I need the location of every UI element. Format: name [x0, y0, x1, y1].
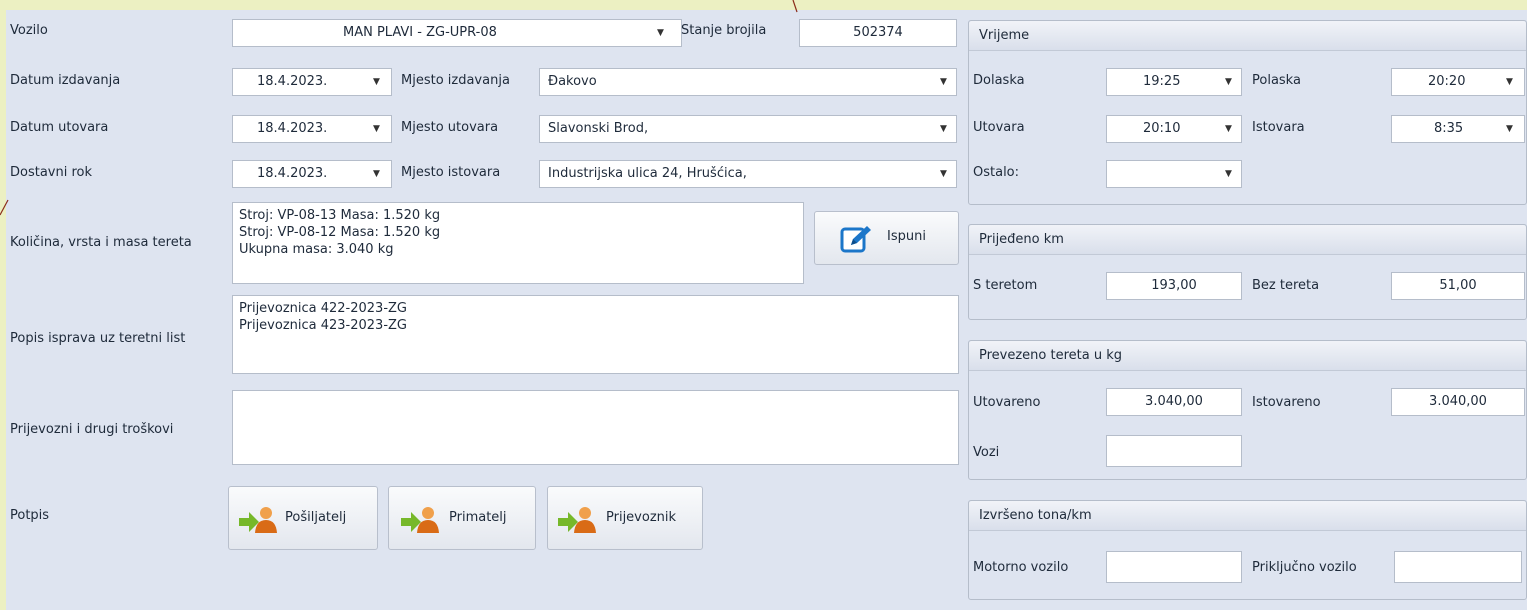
polaska-time[interactable]: 20:20 ▼ [1391, 68, 1525, 96]
datum-izdavanja-value: 18.4.2023. [257, 74, 328, 89]
datum-utovara-label: Datum utovara [10, 120, 109, 135]
utovareno-input[interactable]: 3.040,00 [1106, 388, 1242, 416]
posiljatelj-button[interactable]: Pošiljatelj [228, 486, 378, 550]
mjesto-istovara-label: Mjesto istovara [401, 165, 501, 180]
potpis-label: Potpis [10, 508, 50, 523]
chevron-down-icon[interactable]: ▼ [373, 161, 380, 187]
utovara-label: Utovara [973, 120, 1025, 135]
utovara-value: 20:10 [1143, 121, 1181, 136]
troskovi-label: Prijevozni i drugi troškovi [10, 422, 174, 437]
chevron-down-icon[interactable]: ▼ [1506, 116, 1513, 142]
motorno-vozilo-input[interactable] [1106, 551, 1242, 583]
vrijeme-group: Vrijeme [968, 20, 1527, 205]
s-teretom-input[interactable]: 193,00 [1106, 272, 1242, 300]
chevron-down-icon[interactable]: ▼ [1506, 69, 1513, 95]
chevron-down-icon[interactable]: ▼ [1225, 69, 1232, 95]
datum-izdavanja-picker[interactable]: 18.4.2023. ▼ [232, 68, 392, 96]
popis-isprava-textarea[interactable]: Prijevoznica 422-2023-ZG Prijevoznica 42… [232, 295, 959, 374]
popis-isprava-line: Prijevoznica 423-2023-ZG [239, 318, 408, 333]
user-arrow-icon [239, 507, 277, 533]
utovareno-label: Utovareno [973, 395, 1041, 410]
bez-tereta-input[interactable]: 51,00 [1391, 272, 1525, 300]
kolicina-label: Količina, vrsta i masa tereta [10, 235, 192, 250]
istovara-label: Istovara [1252, 120, 1305, 135]
datum-izdavanja-label: Datum izdavanja [10, 73, 121, 88]
prijevoznik-button[interactable]: Prijevoznik [547, 486, 703, 550]
dostavni-rok-value: 18.4.2023. [257, 166, 328, 181]
istovara-time[interactable]: 8:35 ▼ [1391, 115, 1525, 143]
vozi-input[interactable] [1106, 435, 1242, 467]
mjesto-utovara-label: Mjesto utovara [401, 120, 499, 135]
chevron-down-icon[interactable]: ▼ [940, 161, 947, 187]
vozilo-value: MAN PLAVI - ZG-UPR-08 [343, 25, 497, 40]
s-teretom-label: S teretom [973, 278, 1038, 293]
kolicina-line: Ukupna masa: 3.040 kg [239, 242, 394, 257]
vozilo-select[interactable]: MAN PLAVI - ZG-UPR-08 ▼ [232, 19, 682, 47]
polaska-label: Polaska [1252, 73, 1301, 88]
prijevoznik-label: Prijevoznik [606, 510, 677, 525]
primatelj-label: Primatelj [449, 510, 507, 525]
mjesto-istovara-select[interactable]: Industrijska ulica 24, Hrušćica, ▼ [539, 160, 957, 188]
chevron-down-icon[interactable]: ▼ [1225, 116, 1232, 142]
stanje-brojila-input[interactable]: 502374 [799, 19, 957, 47]
dolaska-time[interactable]: 19:25 ▼ [1106, 68, 1242, 96]
izvrseno-title: Izvršeno tona/km [969, 501, 1526, 531]
dolaska-label: Dolaska [973, 73, 1025, 88]
prikljucno-vozilo-label: Priključno vozilo [1252, 560, 1357, 575]
mjesto-izdavanja-select[interactable]: Đakovo ▼ [539, 68, 957, 96]
kolicina-line: Stroj: VP-08-12 Masa: 1.520 kg [239, 225, 441, 240]
istovara-value: 8:35 [1434, 121, 1464, 136]
vrijeme-title: Vrijeme [969, 21, 1526, 51]
stanje-brojila-label: Stanje brojila [681, 23, 767, 38]
chevron-down-icon[interactable]: ▼ [373, 116, 380, 142]
datum-utovara-value: 18.4.2023. [257, 121, 328, 136]
motorno-vozilo-label: Motorno vozilo [973, 560, 1069, 575]
chevron-down-icon[interactable]: ▼ [373, 69, 380, 95]
mjesto-izdavanja-label: Mjesto izdavanja [401, 73, 510, 88]
vozilo-label: Vozilo [10, 23, 48, 38]
prikljucno-vozilo-input[interactable] [1394, 551, 1522, 583]
popis-isprava-label: Popis isprava uz teretni list [10, 331, 186, 346]
mjesto-istovara-value: Industrijska ulica 24, Hrušćica, [548, 166, 747, 181]
ostalo-label: Ostalo: [973, 165, 1020, 180]
popis-isprava-line: Prijevoznica 422-2023-ZG [239, 301, 408, 316]
dostavni-rok-label: Dostavni rok [10, 165, 93, 180]
prijedeno-km-title: Prijeđeno km [969, 225, 1526, 255]
ispuni-button[interactable]: Ispuni [814, 211, 959, 265]
user-arrow-icon [401, 507, 439, 533]
polaska-value: 20:20 [1428, 74, 1466, 89]
chevron-down-icon[interactable]: ▼ [940, 69, 947, 95]
waybill-form-panel: Vozilo MAN PLAVI - ZG-UPR-08 ▼ Stanje br… [6, 10, 1527, 610]
istovareno-input[interactable]: 3.040,00 [1391, 388, 1525, 416]
dolaska-value: 19:25 [1143, 74, 1181, 89]
primatelj-button[interactable]: Primatelj [388, 486, 536, 550]
ispuni-label: Ispuni [887, 229, 926, 244]
izvrseno-group: Izvršeno tona/km [968, 500, 1527, 600]
troskovi-textarea[interactable] [232, 390, 959, 465]
prevezeno-title: Prevezeno tereta u kg [969, 341, 1526, 371]
kolicina-textarea[interactable]: Stroj: VP-08-13 Masa: 1.520 kg Stroj: VP… [232, 202, 804, 284]
istovareno-label: Istovareno [1252, 395, 1321, 410]
user-arrow-icon [558, 507, 596, 533]
mjesto-utovara-value: Slavonski Brod, [548, 121, 649, 136]
mjesto-utovara-select[interactable]: Slavonski Brod, ▼ [539, 115, 957, 143]
utovara-time[interactable]: 20:10 ▼ [1106, 115, 1242, 143]
dostavni-rok-picker[interactable]: 18.4.2023. ▼ [232, 160, 392, 188]
posiljatelj-label: Pošiljatelj [285, 510, 347, 525]
bez-tereta-label: Bez tereta [1252, 278, 1320, 293]
chevron-down-icon[interactable]: ▼ [1225, 161, 1232, 187]
pencil-edit-icon [840, 226, 871, 253]
chevron-down-icon[interactable]: ▼ [657, 20, 664, 46]
ostalo-time[interactable]: ▼ [1106, 160, 1242, 188]
datum-utovara-picker[interactable]: 18.4.2023. ▼ [232, 115, 392, 143]
kolicina-line: Stroj: VP-08-13 Masa: 1.520 kg [239, 208, 441, 223]
vozi-label: Vozi [973, 445, 1000, 460]
chevron-down-icon[interactable]: ▼ [940, 116, 947, 142]
mjesto-izdavanja-value: Đakovo [548, 74, 597, 89]
